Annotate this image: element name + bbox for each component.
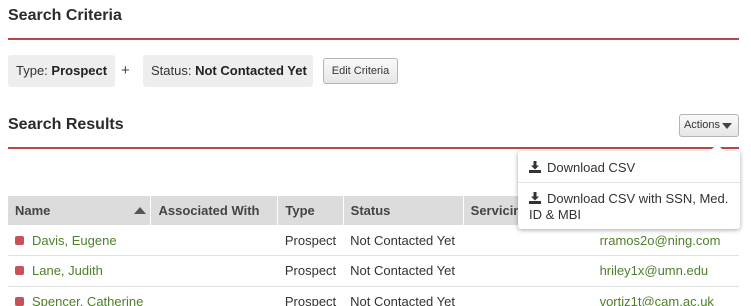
table-row[interactable]: Davis, Eugene Prospect Not Contacted Yet…: [8, 225, 739, 256]
download-icon: [529, 161, 541, 173]
email-cell: hriley1x@umn.edu: [592, 255, 739, 287]
search-criteria-title: Search Criteria: [8, 7, 122, 24]
contact-name-link[interactable]: Spencer, Catherine: [32, 294, 143, 306]
download-csv-menu-item[interactable]: Download CSV: [518, 160, 740, 176]
results-divider: [8, 147, 739, 149]
criteria-plus: +: [121, 62, 130, 79]
type-criteria-chip: Type: Prospect: [8, 55, 115, 87]
download-csv-ssn-menu-item[interactable]: Download CSV with SSN, Med. ID & MBI: [518, 191, 740, 223]
associated-with-cell: [150, 286, 278, 306]
status-criteria-label: Status:: [151, 63, 192, 78]
status-cell: Not Contacted Yet: [343, 255, 464, 287]
type-criteria-value: Prospect: [51, 63, 108, 78]
name-cell: Davis, Eugene: [8, 225, 151, 256]
status-cell: Not Contacted Yet: [343, 225, 464, 256]
row-marker-icon: [15, 266, 24, 276]
servicing-cell: [463, 225, 593, 256]
caret-down-icon: [722, 123, 732, 129]
associated-with-cell: [150, 225, 278, 256]
email-cell: vortiz1t@cam.ac.uk: [592, 286, 739, 306]
dropdown-pointer: [710, 144, 724, 151]
column-header-name[interactable]: Name: [8, 196, 152, 225]
servicing-cell: [463, 255, 593, 287]
dropdown-divider: [518, 182, 740, 183]
email-link[interactable]: hriley1x@umn.edu: [600, 263, 709, 278]
status-criteria-chip: Status: Not Contacted Yet: [143, 55, 313, 87]
actions-button-label: Actions: [683, 119, 721, 131]
criteria-divider: [8, 38, 739, 40]
search-results-title: Search Results: [8, 116, 124, 133]
download-icon: [529, 192, 541, 204]
column-header-associated-with[interactable]: Associated With: [150, 196, 279, 225]
download-csv-ssn-label: Download CSV with SSN, Med. ID & MBI: [529, 191, 729, 222]
name-cell: Spencer, Catherine: [8, 286, 151, 306]
table-row[interactable]: Spencer, Catherine Prospect Not Contacte…: [8, 286, 739, 306]
edit-criteria-button[interactable]: Edit Criteria: [323, 58, 398, 84]
column-header-type[interactable]: Type: [277, 196, 344, 225]
email-cell: rramos2o@ning.com: [592, 225, 739, 256]
contact-name-link[interactable]: Lane, Judith: [32, 263, 103, 278]
type-criteria-label: Type:: [16, 63, 48, 78]
column-header-status[interactable]: Status: [343, 196, 464, 225]
name-cell: Lane, Judith: [8, 255, 151, 287]
actions-button[interactable]: Actions: [679, 114, 739, 137]
type-cell: Prospect: [277, 286, 344, 306]
download-csv-label: Download CSV: [547, 160, 636, 175]
actions-dropdown-menu: Download CSV Download CSV with SSN, Med.…: [518, 144, 740, 229]
associated-with-cell: [150, 255, 278, 287]
row-marker-icon: [15, 235, 24, 245]
sort-ascending-icon: [134, 207, 147, 214]
table-row[interactable]: Lane, Judith Prospect Not Contacted Yet …: [8, 255, 739, 287]
status-cell: Not Contacted Yet: [343, 286, 464, 306]
type-cell: Prospect: [277, 255, 344, 287]
status-criteria-value: Not Contacted Yet: [195, 63, 307, 78]
contact-name-link[interactable]: Davis, Eugene: [32, 233, 117, 248]
row-marker-icon: [15, 296, 24, 306]
servicing-cell: [463, 286, 593, 306]
email-link[interactable]: vortiz1t@cam.ac.uk: [600, 294, 714, 306]
email-link[interactable]: rramos2o@ning.com: [600, 233, 721, 248]
type-cell: Prospect: [277, 225, 344, 256]
